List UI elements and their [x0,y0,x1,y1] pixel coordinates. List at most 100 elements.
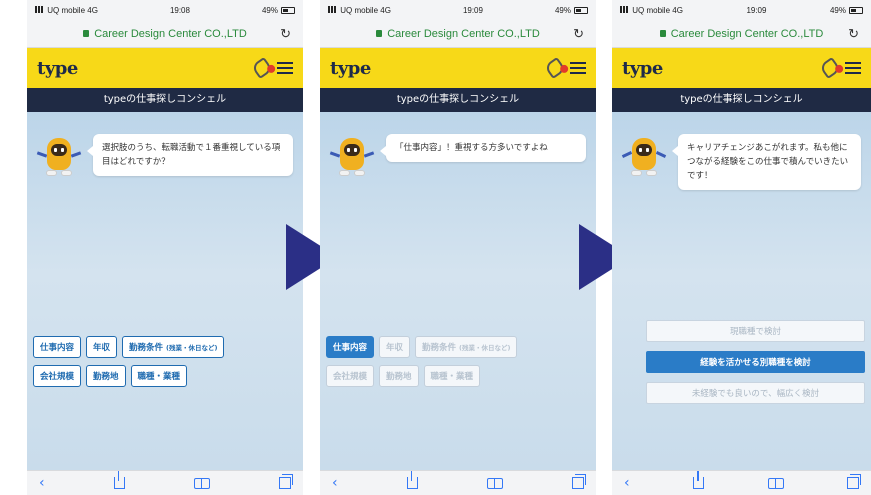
menu-icon[interactable] [277,62,293,74]
reload-icon[interactable]: ↻ [848,26,859,42]
clip-icon[interactable] [818,56,844,80]
option-other-job-with-experience[interactable]: 経験を活かせる別職種を検討 [646,351,865,373]
status-right: 49% [830,6,863,15]
chip-label: 勤務地 [93,372,119,382]
status-bar: UQ mobile 4G 19:08 49% [27,0,303,20]
chip-sub: (残業・休日など) [459,344,511,352]
address-bar[interactable]: Career Design Center CO.,LTD ↻ [612,20,871,48]
chip-label: 年収 [93,343,111,353]
chip-location[interactable]: 勤務地 [86,365,126,387]
chip-company-size[interactable]: 会社規模 [326,365,375,387]
tabs-icon[interactable] [846,474,861,489]
back-icon[interactable]: ‹ [332,475,338,491]
chip-label: 勤務条件 [422,343,457,353]
page-title: typeの仕事探しコンシェル [612,88,871,112]
battery-percent: 49% [554,5,571,15]
chip-salary[interactable]: 年収 [86,336,118,358]
chip-label: 会社規模 [40,372,75,382]
chip-job-type[interactable]: 職種・業種 [423,365,481,387]
lock-icon [83,30,90,37]
share-icon[interactable] [406,471,418,489]
browser-toolbar: ‹ [27,470,303,495]
chip-label: 職種・業種 [137,372,181,382]
site-header: type [27,48,303,88]
answer-chips: 仕事内容 年収 勤務条件 (残業・休日など) 会社規模 勤務地 職種・業種 [33,336,297,394]
signal-icon [620,5,630,13]
chip-job-content[interactable]: 仕事内容 [326,336,375,358]
browser-toolbar: ‹ [612,470,871,495]
share-icon[interactable] [693,471,705,489]
carrier: UQ mobile 4G [35,5,98,15]
site-name: Career Design Center CO.,LTD [387,27,540,40]
option-broad-search[interactable]: 未経験でも良いので、幅広く検討 [646,382,865,404]
site-name: Career Design Center CO.,LTD [94,27,247,40]
chip-work-conditions[interactable]: 勤務条件 (残業・休日など) [415,336,518,358]
reload-icon[interactable]: ↻ [280,26,291,42]
book-icon[interactable] [767,477,784,489]
phone-screen-3: UQ mobile 4G 19:09 49% Career Design Cen… [612,0,871,495]
back-icon[interactable]: ‹ [39,475,45,491]
type-logo[interactable]: type [37,58,78,79]
menu-icon[interactable] [570,62,586,74]
notification-dot [267,64,276,73]
page-title: typeの仕事探しコンシェル [320,88,596,112]
speech-bubble: 「仕事内容」！重視する方多いですよね [380,134,586,162]
chip-salary[interactable]: 年収 [379,336,411,358]
speech-bubble: 選択肢のうち、転職活動で１番重視している項目はどれですか？ [87,134,293,176]
signal-icon [35,5,45,13]
mascot-avatar [35,136,83,180]
menu-icon[interactable] [845,62,861,74]
chip-label: 職種・業種 [430,372,474,382]
option-current-job[interactable]: 現職種で検討 [646,320,865,342]
chip-label: 年収 [386,343,404,353]
tabs-icon[interactable] [278,474,293,489]
type-logo[interactable]: type [622,58,663,79]
clip-icon[interactable] [250,56,276,80]
battery-percent: 49% [829,5,846,15]
browser-toolbar: ‹ [320,470,596,495]
address-bar[interactable]: Career Design Center CO.,LTD ↻ [27,20,303,48]
status-right: 49% [555,6,588,15]
carrier: UQ mobile 4G [328,5,391,15]
chip-label: 仕事内容 [40,343,75,353]
type-logo[interactable]: type [330,58,371,79]
battery-percent: 49% [261,5,278,15]
clip-icon[interactable] [543,56,569,80]
lock-icon [376,30,383,37]
chip-sub: (残業・休日など) [166,344,218,352]
chip-label: 会社規模 [333,372,368,382]
share-icon[interactable] [113,471,125,489]
chat-area: キャリアチェンジあこがれます。私も他につながる経験をこの仕事で積んでいきたいです… [612,112,871,470]
notification-dot [835,64,844,73]
chat-area: 「仕事内容」！重視する方多いですよね 仕事内容 年収 勤務条件 (残業・休日など… [320,112,596,470]
chip-label: 仕事内容 [333,343,368,353]
status-right: 49% [262,6,295,15]
chip-location[interactable]: 勤務地 [379,365,419,387]
page-title: typeの仕事探しコンシェル [27,88,303,112]
book-icon[interactable] [486,477,503,489]
chip-job-type[interactable]: 職種・業種 [130,365,188,387]
carrier: UQ mobile 4G [620,5,683,15]
battery-icon [280,6,295,14]
network-type: 4G [672,5,683,15]
mascot-avatar [328,136,376,180]
chip-company-size[interactable]: 会社規模 [33,365,82,387]
tabs-icon[interactable] [571,474,586,489]
chip-job-content[interactable]: 仕事内容 [33,336,82,358]
network-type: 4G [87,5,98,15]
chip-label: 勤務条件 [129,343,164,353]
clock: 19:08 [169,5,190,15]
signal-icon [328,5,338,13]
status-bar: UQ mobile 4G 19:09 49% [612,0,871,20]
address-bar[interactable]: Career Design Center CO.,LTD ↻ [320,20,596,48]
reload-icon[interactable]: ↻ [573,26,584,42]
clock: 19:09 [746,5,767,15]
answer-options: 現職種で検討 経験を活かせる別職種を検討 未経験でも良いので、幅広く検討 [646,320,865,413]
carrier-name: UQ mobile [632,5,671,15]
back-icon[interactable]: ‹ [624,475,630,491]
site-header: type [320,48,596,88]
book-icon[interactable] [193,477,210,489]
chip-work-conditions[interactable]: 勤務条件 (残業・休日など) [122,336,225,358]
battery-icon [573,6,588,14]
lock-icon [659,30,666,37]
